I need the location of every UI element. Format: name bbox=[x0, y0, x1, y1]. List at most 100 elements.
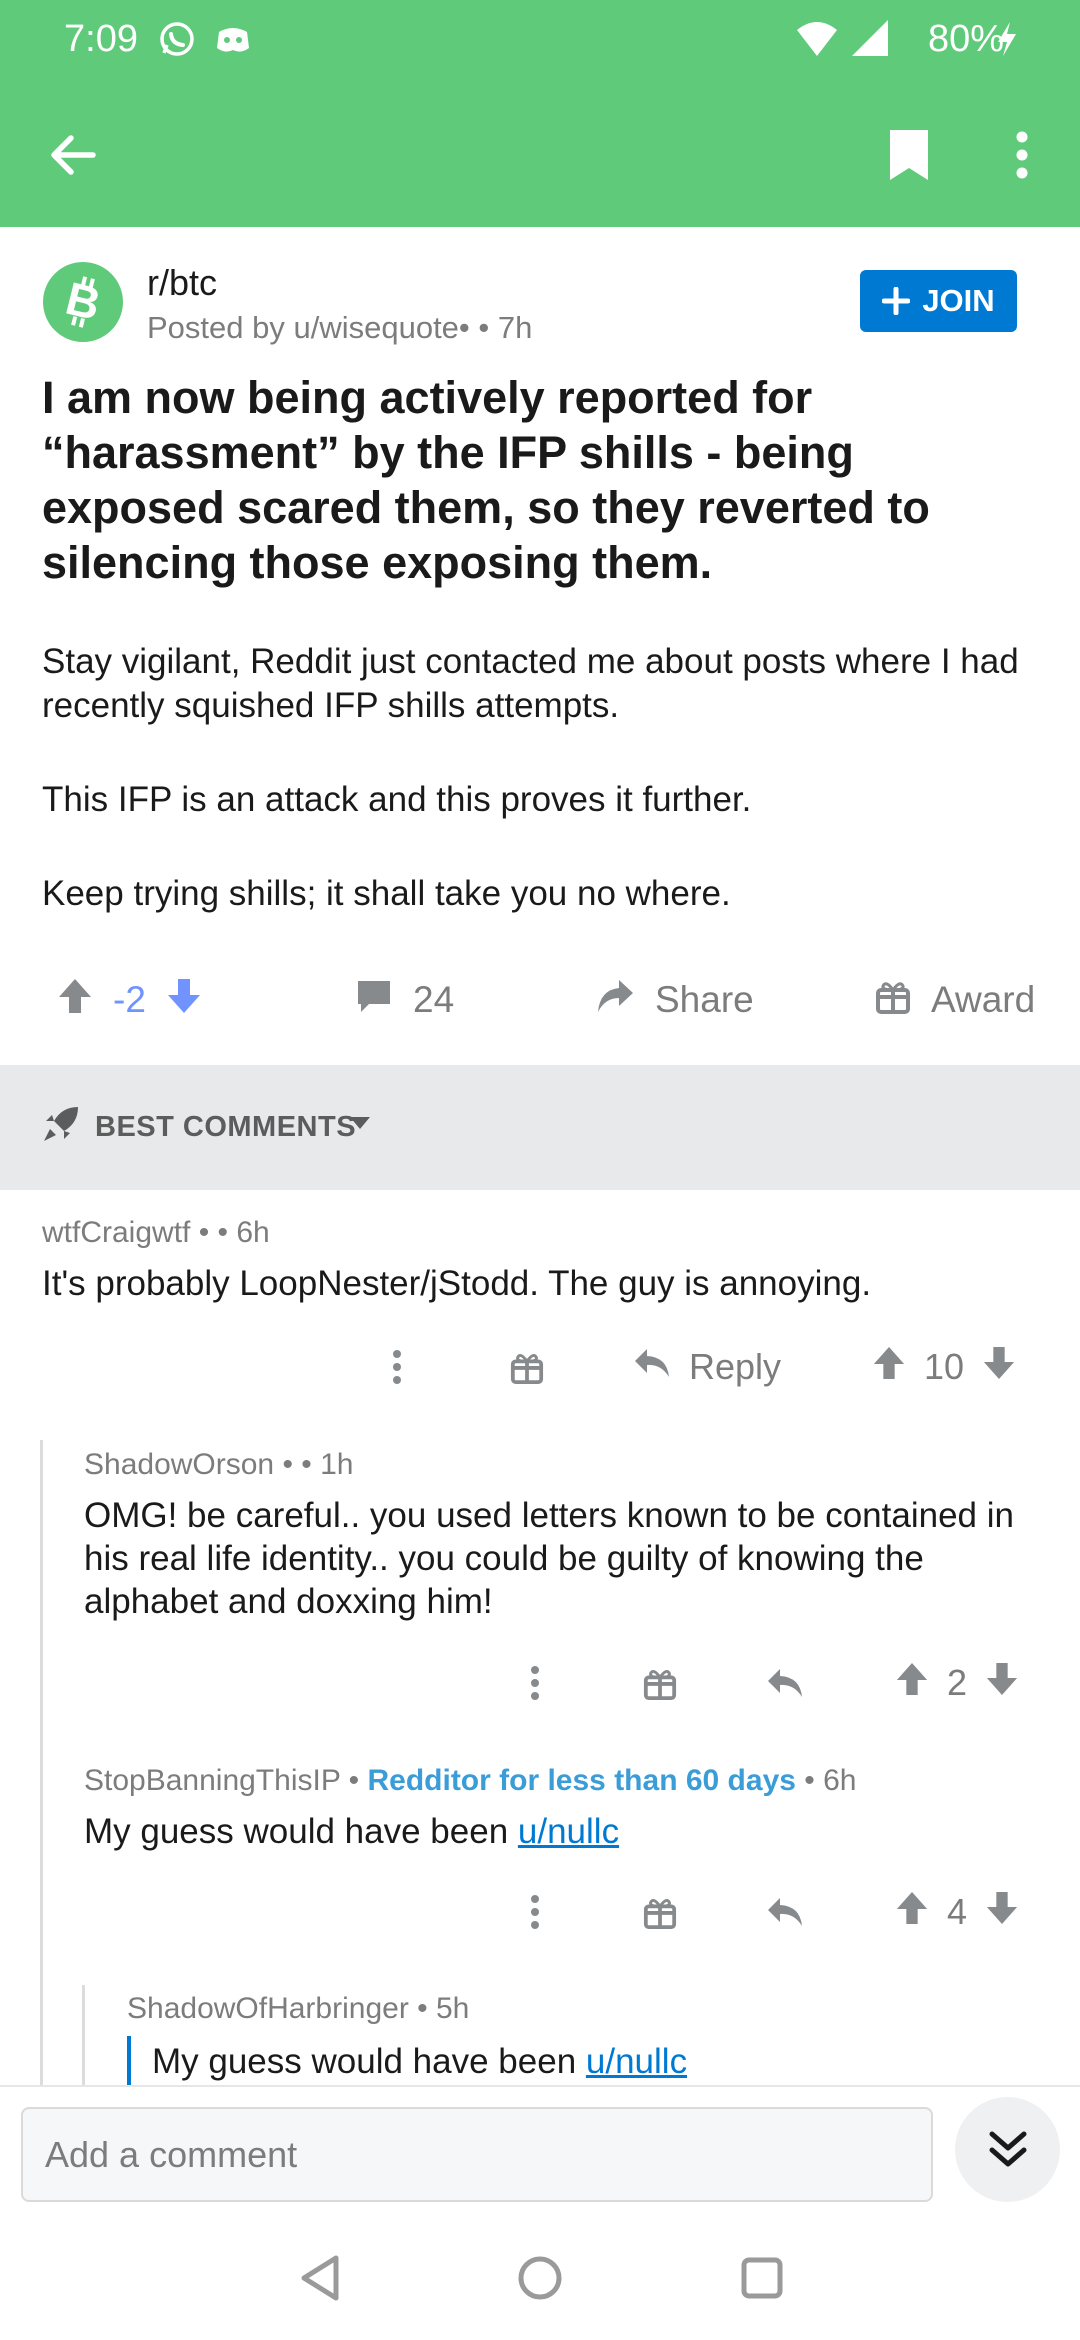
nav-back-icon[interactable] bbox=[292, 2250, 348, 2306]
vote-group: -2 bbox=[57, 960, 202, 1040]
gift-icon[interactable] bbox=[510, 1332, 544, 1402]
plus-icon bbox=[882, 287, 911, 315]
gift-icon[interactable] bbox=[643, 1877, 677, 1947]
nav-recents-icon[interactable] bbox=[734, 2250, 790, 2306]
post-actions: -2 24 Share Award bbox=[0, 960, 1080, 1040]
system-nav-bar bbox=[0, 2215, 1080, 2340]
comment-text: My guess would have been u/nullc bbox=[84, 1810, 1044, 1853]
user-link[interactable]: u/nullc bbox=[586, 2042, 687, 2081]
comment-meta: ShadowOrson • • 1h bbox=[84, 1448, 354, 1482]
post-body: Stay vigilant, Reddit just contacted me … bbox=[42, 640, 1042, 966]
comment-time: • • 1h bbox=[274, 1448, 354, 1481]
gift-icon bbox=[875, 978, 911, 1023]
award-label: Award bbox=[931, 979, 1036, 1020]
rocket-icon bbox=[42, 1105, 80, 1148]
reply-icon[interactable] bbox=[766, 1648, 804, 1718]
downvote-icon[interactable] bbox=[985, 1890, 1019, 1935]
chevron-down-icon bbox=[348, 1115, 372, 1136]
comment-meta: StopBanningThisIP • Redditor for less th… bbox=[84, 1764, 857, 1797]
reply-label: Reply bbox=[689, 1346, 782, 1387]
upvote-icon[interactable] bbox=[895, 1661, 929, 1706]
charging-icon bbox=[994, 20, 1020, 63]
upvote-icon[interactable] bbox=[872, 1345, 906, 1390]
share-label: Share bbox=[655, 979, 754, 1020]
subreddit-name[interactable]: r/btc bbox=[147, 262, 217, 304]
comment-text-body: My guess would have been bbox=[152, 2042, 586, 2081]
jump-next-button[interactable] bbox=[955, 2097, 1060, 2202]
comment-text-body: My guess would have been bbox=[84, 1812, 518, 1851]
status-time: 7:09 bbox=[64, 18, 138, 60]
comment-time: • • 6h bbox=[190, 1216, 270, 1249]
signal-icon bbox=[850, 18, 890, 63]
comment-vote-group: 10 bbox=[872, 1332, 1016, 1402]
thread-line bbox=[40, 1440, 43, 2085]
comment-author[interactable]: ShadowOfHarbringer bbox=[127, 1992, 409, 2025]
comment-author[interactable]: ShadowOrson bbox=[84, 1448, 274, 1481]
app-bar bbox=[0, 80, 1080, 227]
gift-icon[interactable] bbox=[643, 1648, 677, 1718]
more-vert-icon[interactable] bbox=[392, 1332, 402, 1402]
bookmark-icon[interactable] bbox=[874, 120, 944, 190]
more-vert-icon[interactable] bbox=[530, 1648, 540, 1718]
battery-level: 80% bbox=[927, 18, 1004, 60]
comment-meta: ShadowOfHarbringer • 5h bbox=[127, 1992, 469, 2026]
comment-text: OMG! be careful.. you used letters known… bbox=[84, 1496, 1014, 1621]
double-chevron-down-icon bbox=[989, 2131, 1026, 2166]
reply-button[interactable]: Reply bbox=[633, 1332, 781, 1402]
post-title: I am now being actively reported for “ha… bbox=[42, 372, 930, 588]
post-byline: Posted by u/wisequote• • 7h bbox=[147, 310, 533, 345]
comment-actions: Reply 10 bbox=[0, 1332, 1080, 1402]
reply-icon[interactable] bbox=[766, 1877, 804, 1947]
share-icon bbox=[595, 978, 635, 1023]
comment-author[interactable]: wtfCraigwtf bbox=[42, 1216, 190, 1249]
sort-label: BEST COMMENTS bbox=[95, 1111, 357, 1143]
comment-text: It's probably LoopNester/jStodd. The guy… bbox=[42, 1264, 872, 1303]
upvote-icon[interactable] bbox=[57, 977, 93, 1024]
quote-bar bbox=[127, 2036, 131, 2085]
comment-author[interactable]: StopBanningThisIP bbox=[84, 1764, 340, 1797]
comment-quote: My guess would have been u/nullc bbox=[152, 2040, 1052, 2083]
comments-button[interactable]: 24 bbox=[355, 960, 454, 1040]
comment-meta: wtfCraigwtf • • 6h bbox=[42, 1216, 270, 1250]
comment-icon bbox=[355, 977, 393, 1024]
post-score: -2 bbox=[113, 979, 146, 1020]
comment-time: • 6h bbox=[795, 1764, 857, 1797]
wifi-icon bbox=[795, 18, 839, 63]
award-button[interactable]: Award bbox=[875, 960, 1035, 1040]
more-vert-icon[interactable] bbox=[987, 120, 1057, 190]
comment-score: 2 bbox=[947, 1662, 968, 1703]
comment-composer: Add a comment bbox=[0, 2085, 1080, 2215]
comment-actions: 4 bbox=[0, 1877, 1080, 1947]
post-paragraph: This IFP is an attack and this proves it… bbox=[42, 780, 752, 819]
share-button[interactable]: Share bbox=[595, 960, 754, 1040]
join-label: JOIN bbox=[922, 283, 995, 318]
user-flair: Redditor for less than 60 days bbox=[367, 1764, 796, 1797]
user-link[interactable]: u/nullc bbox=[518, 1812, 619, 1851]
back-arrow-icon[interactable] bbox=[38, 120, 108, 190]
upvote-icon[interactable] bbox=[895, 1890, 929, 1935]
nav-home-icon[interactable] bbox=[512, 2250, 568, 2306]
comment-time: • 5h bbox=[408, 1992, 470, 2025]
comment-input[interactable]: Add a comment bbox=[21, 2107, 933, 2202]
comment-score: 4 bbox=[947, 1891, 968, 1932]
comment-vote-group: 4 bbox=[895, 1877, 1019, 1947]
status-bar: 7:09 80% bbox=[0, 0, 1080, 80]
comment-sort-bar[interactable]: BEST COMMENTS bbox=[0, 1065, 1080, 1190]
comments-count: 24 bbox=[413, 979, 455, 1020]
more-vert-icon[interactable] bbox=[530, 1877, 540, 1947]
whatsapp-icon bbox=[158, 20, 196, 63]
comment-actions: 2 bbox=[0, 1648, 1080, 1718]
reply-icon bbox=[633, 1346, 671, 1388]
downvote-icon[interactable] bbox=[982, 1345, 1016, 1390]
comment-score: 10 bbox=[924, 1346, 965, 1387]
post-paragraph: Stay vigilant, Reddit just contacted me … bbox=[42, 642, 1019, 725]
subreddit-avatar[interactable]: B bbox=[43, 262, 123, 342]
downvote-icon[interactable] bbox=[985, 1661, 1019, 1706]
discord-icon bbox=[214, 20, 252, 63]
bitcoin-icon: B bbox=[61, 274, 106, 330]
thread-line bbox=[82, 1985, 85, 2085]
post-paragraph: Keep trying shills; it shall take you no… bbox=[42, 874, 731, 913]
downvote-icon[interactable] bbox=[166, 977, 202, 1024]
comment-vote-group: 2 bbox=[895, 1648, 1019, 1718]
join-button[interactable]: JOIN bbox=[860, 270, 1017, 332]
